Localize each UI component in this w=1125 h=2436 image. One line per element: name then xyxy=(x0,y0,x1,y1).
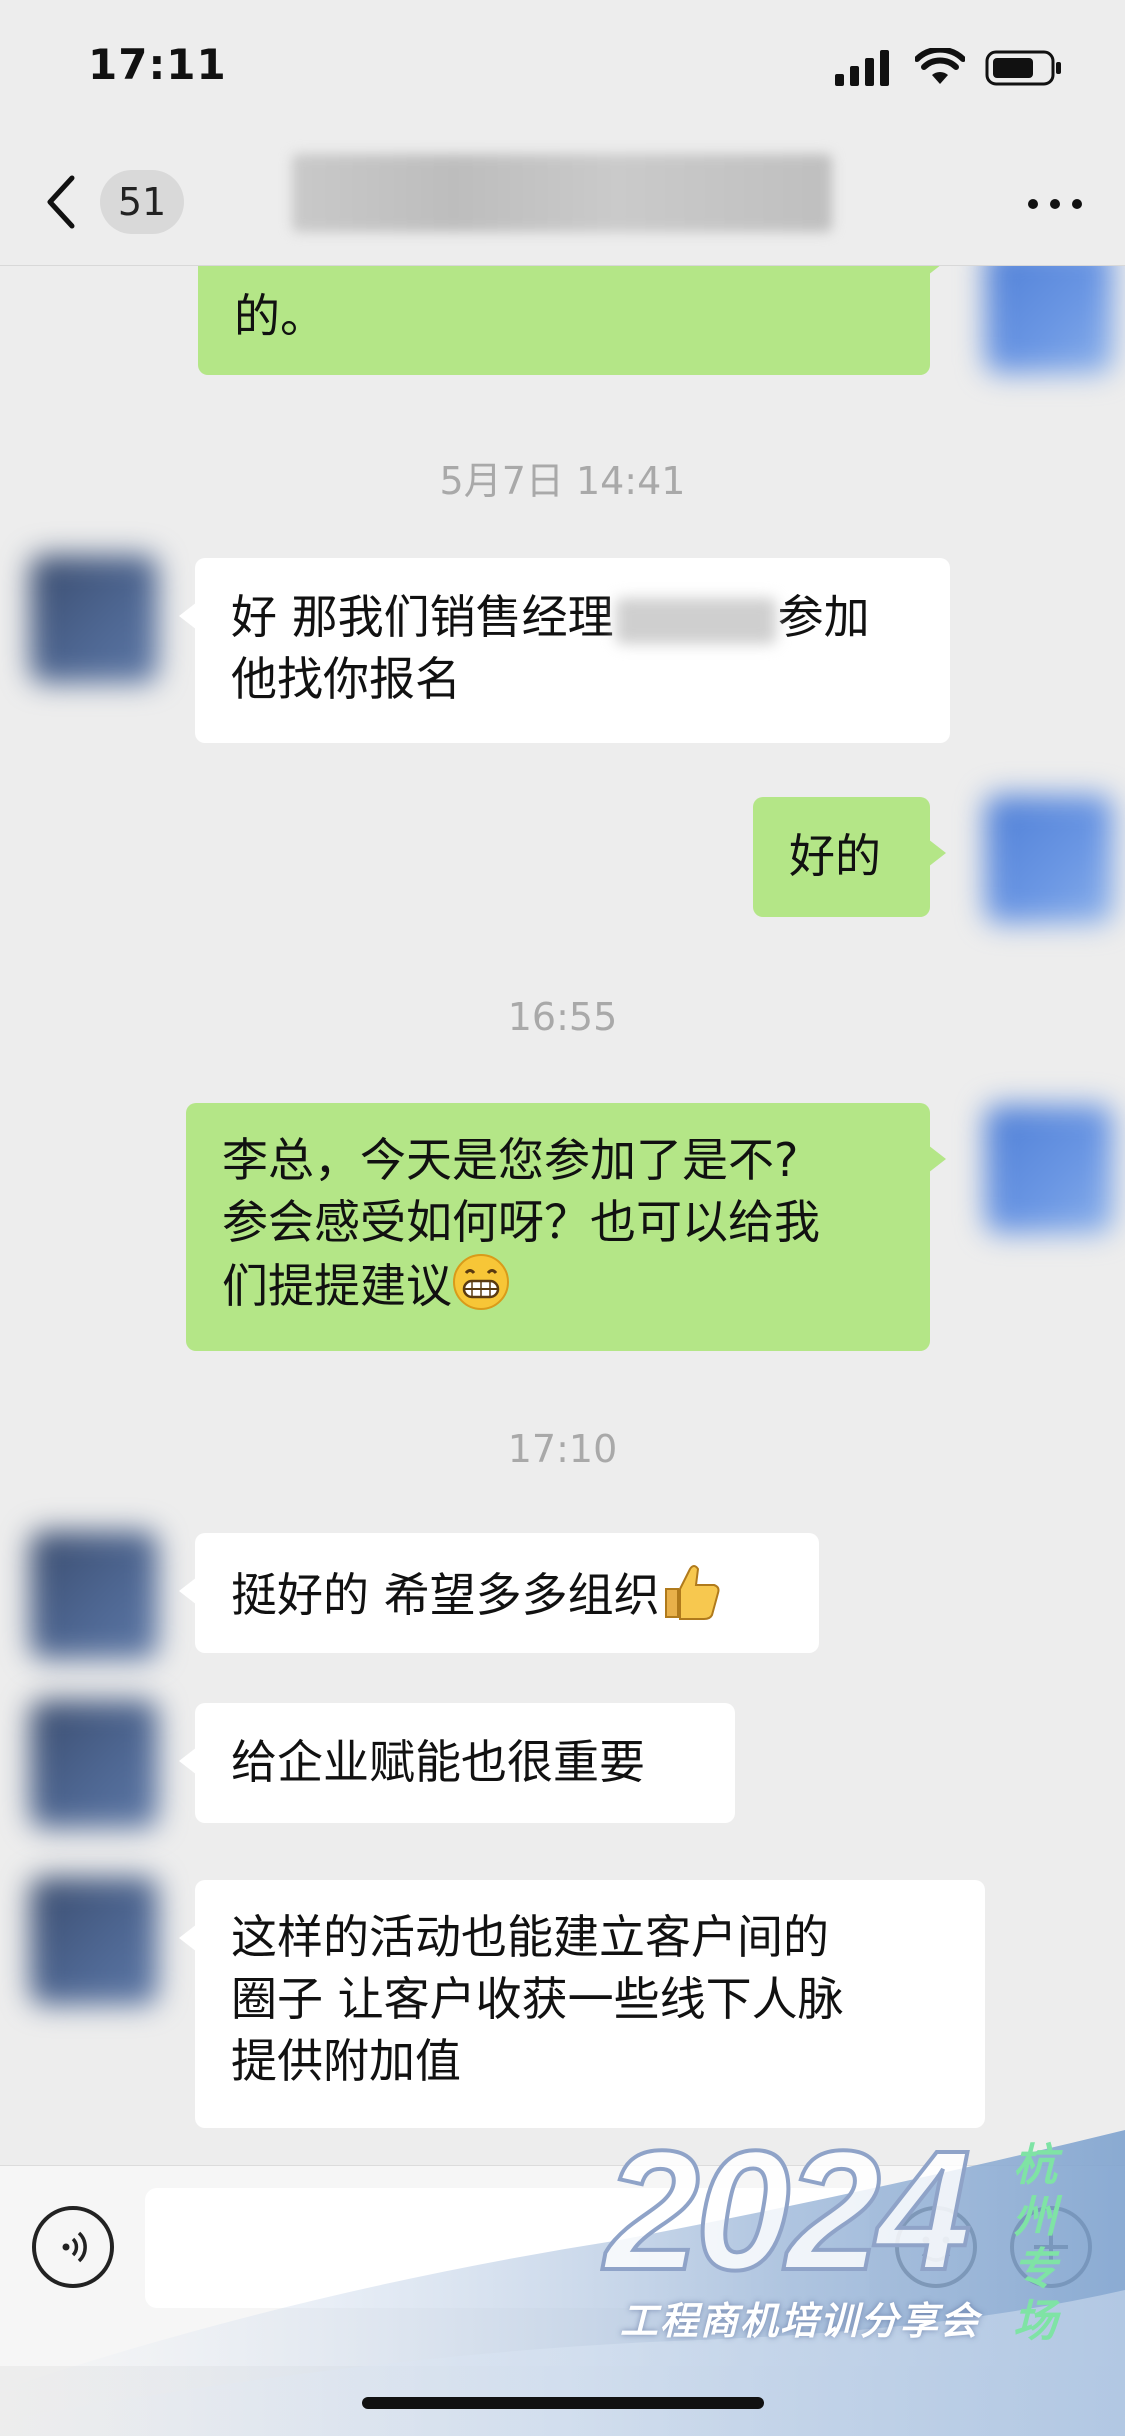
thumbs-up-emoji-icon xyxy=(660,1561,722,1636)
message-bubble-outgoing[interactable]: 李总，今天是您参加了是不? 参会感受如何呀？也可以给我 们提提建议 xyxy=(186,1103,946,1351)
avatar-self[interactable] xyxy=(985,1105,1113,1233)
avatar-contact[interactable] xyxy=(30,1877,158,2005)
unread-badge[interactable]: 51 xyxy=(100,170,184,234)
status-icons xyxy=(835,48,1085,88)
message-text: 好的 xyxy=(789,829,881,883)
voice-icon xyxy=(62,2231,87,2263)
wifi-icon xyxy=(915,48,965,84)
nav-bar: 51 xyxy=(0,140,1125,266)
message-bubble-incoming[interactable]: 这样的活动也能建立客户间的 圈子 让客户收获一些线下人脉 提供附加值 xyxy=(179,1880,985,2128)
home-indicator[interactable] xyxy=(362,2397,764,2409)
message-text: 圈子 让客户收获一些线下人脉 xyxy=(231,1972,844,2026)
message-bubble-incoming[interactable]: 挺好的 希望多多组织 xyxy=(179,1533,819,1653)
signal-icon xyxy=(835,50,889,86)
status-bar: 17:11 xyxy=(0,0,1125,140)
message-text: 好 那我们销售经理 xyxy=(231,590,614,644)
message-text: 们提提建议 xyxy=(222,1259,452,1313)
timestamp: 17:10 xyxy=(507,1427,618,1471)
message-text: 他找你报名 xyxy=(231,652,461,706)
timestamp: 16:55 xyxy=(507,995,618,1039)
more-icon[interactable] xyxy=(1025,184,1085,224)
avatar-self[interactable] xyxy=(985,795,1113,923)
message-bubble-outgoing[interactable]: 的。 xyxy=(198,265,946,375)
message-input[interactable] xyxy=(145,2188,869,2308)
message-text: 参加 xyxy=(777,590,870,644)
message-text: 的。 xyxy=(234,289,326,343)
emoji-button[interactable] xyxy=(895,2206,977,2288)
battery-icon xyxy=(985,50,1061,86)
plus-button[interactable] xyxy=(1010,2206,1092,2288)
avatar-contact[interactable] xyxy=(30,1700,158,1828)
message-text: 挺好的 希望多多组织 xyxy=(231,1568,660,1622)
back-icon[interactable] xyxy=(40,172,80,232)
chat-title-redacted xyxy=(292,154,832,232)
grin-emoji-icon xyxy=(452,1253,510,1326)
input-bar xyxy=(0,2165,1125,2366)
emoji-icon xyxy=(921,2236,951,2262)
chat-area[interactable]: 的。 5月7日 14:41 好 那我们销售经理 参加 他找你报名 好的 16:55… xyxy=(0,265,1125,2165)
avatar-self[interactable] xyxy=(985,265,1113,373)
avatar-contact[interactable] xyxy=(30,1531,158,1659)
message-bubble-incoming[interactable]: 给企业赋能也很重要 xyxy=(179,1703,735,1823)
message-text: 提供附加值 xyxy=(231,2034,461,2088)
message-text: 参会感受如何呀？也可以给我 xyxy=(222,1195,820,1249)
message-bubble-outgoing[interactable]: 好的 xyxy=(753,797,946,917)
avatar-contact[interactable] xyxy=(30,555,158,683)
message-bubble-incoming[interactable]: 好 那我们销售经理 参加 他找你报名 xyxy=(179,558,950,743)
timestamp: 5月7日 14:41 xyxy=(439,459,686,503)
message-text: 李总，今天是您参加了是不? xyxy=(222,1133,799,1187)
message-text: 给企业赋能也很重要 xyxy=(231,1735,645,1789)
voice-button[interactable] xyxy=(32,2206,114,2288)
redacted-name xyxy=(615,597,776,644)
message-text: 这样的活动也能建立客户间的 xyxy=(231,1910,829,1964)
plus-icon xyxy=(1034,2230,1068,2264)
status-time: 17:11 xyxy=(88,40,227,89)
